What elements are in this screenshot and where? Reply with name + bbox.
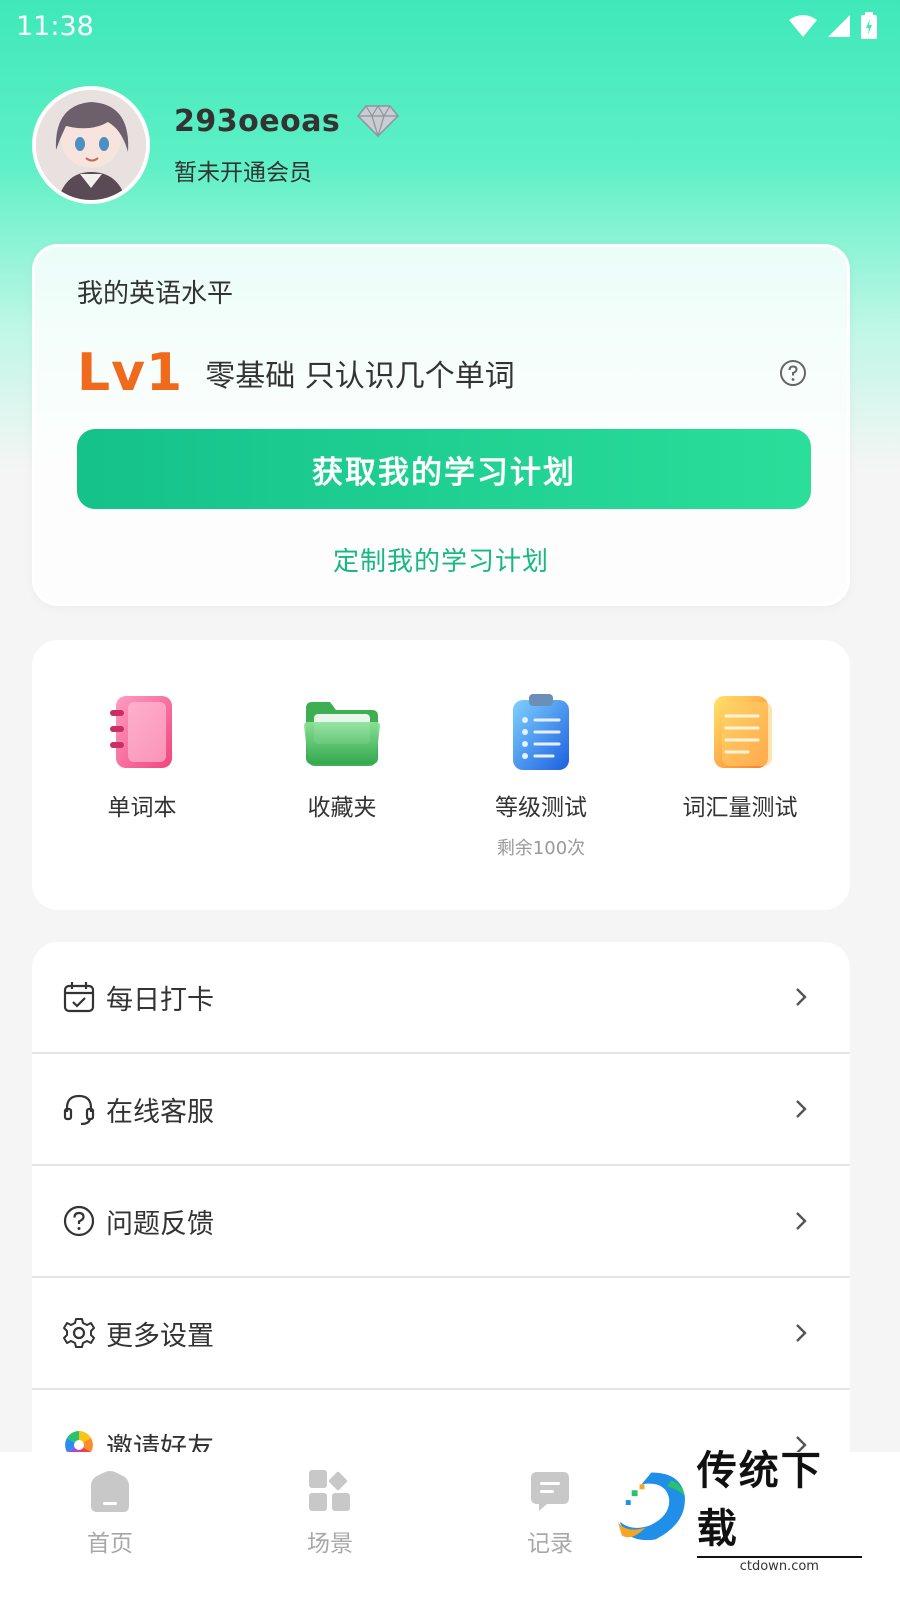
tools-card: 单词本 收藏夹 等级测试 剩余100次 词汇量测试	[32, 640, 850, 910]
tool-level-test[interactable]: 等级测试 剩余100次	[441, 692, 641, 860]
status-bar: 11:38	[0, 0, 900, 52]
folder-icon	[304, 702, 380, 766]
menu-label: 每日打卡	[106, 984, 214, 1016]
watermark-title: 传统下载	[696, 1448, 823, 1552]
level-card-title: 我的英语水平	[77, 279, 234, 309]
english-level-card: 我的英语水平 Lv1 零基础 只认识几个单词 获取我的学习计划 定制我的学习计划	[32, 244, 850, 606]
username: 293oeoas	[174, 103, 341, 139]
tool-label: 单词本	[107, 795, 177, 821]
home-icon	[91, 1471, 129, 1512]
chevron-right-icon	[796, 988, 807, 1006]
clipboard-icon	[513, 694, 569, 770]
tab-home[interactable]: 首页	[50, 1468, 170, 1558]
watermark-logo: 传统下载 ctdown.com	[612, 1448, 862, 1574]
question-circle-icon	[63, 1205, 95, 1237]
watermark-subtitle: ctdown.com	[696, 1556, 862, 1574]
calendar-check-icon	[63, 982, 95, 1013]
tab-label: 记录	[527, 1531, 573, 1557]
tool-label: 收藏夹	[307, 795, 377, 821]
chat-icon	[531, 1472, 569, 1511]
menu-item-online-support[interactable]: 在线客服	[32, 1054, 850, 1166]
tool-favorites[interactable]: 收藏夹	[242, 692, 442, 822]
menu-label: 问题反馈	[106, 1208, 214, 1240]
status-time: 11:38	[16, 10, 94, 42]
tab-scenes[interactable]: 场景	[270, 1468, 390, 1558]
tab-label: 首页	[87, 1531, 133, 1557]
level-badge: Lv1	[77, 343, 184, 403]
tab-records[interactable]: 记录	[490, 1468, 610, 1558]
battery-icon	[861, 12, 877, 39]
help-icon[interactable]	[779, 359, 807, 387]
tool-label: 等级测试	[495, 795, 587, 821]
menu-item-daily-checkin[interactable]: 每日打卡	[32, 942, 850, 1054]
remaining-count: 剩余100次	[496, 838, 586, 859]
customize-plan-link[interactable]: 定制我的学习计划	[35, 541, 847, 578]
profile-header: 293oeoas 暂未开通会员	[32, 86, 400, 204]
menu-label: 在线客服	[106, 1096, 214, 1128]
get-study-plan-button[interactable]: 获取我的学习计划	[77, 429, 811, 509]
menu-item-feedback[interactable]: 问题反馈	[32, 1166, 850, 1278]
level-description: 零基础 只认识几个单词	[205, 359, 515, 394]
chevron-right-icon	[796, 1324, 807, 1342]
menu-label: 更多设置	[106, 1320, 214, 1352]
notebook-icon	[110, 696, 172, 768]
gear-icon	[63, 1318, 95, 1348]
chevron-right-icon	[796, 1100, 807, 1118]
chevron-right-icon	[796, 1212, 807, 1230]
wifi-icon	[789, 15, 817, 37]
tool-vocabulary-test[interactable]: 词汇量测试	[640, 692, 840, 822]
headset-icon	[63, 1094, 95, 1126]
membership-status: 暂未开通会员	[174, 159, 312, 186]
avatar[interactable]	[32, 86, 150, 204]
grid-icon	[309, 1470, 350, 1511]
tab-label: 场景	[307, 1531, 353, 1557]
tool-vocabulary-book[interactable]: 单词本	[42, 692, 242, 822]
menu-item-settings[interactable]: 更多设置	[32, 1278, 850, 1390]
signal-icon	[828, 15, 850, 37]
tool-label: 词汇量测试	[682, 795, 798, 821]
avatar-image	[36, 90, 146, 200]
document-icon	[714, 696, 772, 768]
menu-list: 每日打卡 在线客服 问题反馈 更多设置 邀请好友	[32, 942, 850, 1462]
status-icons	[788, 12, 878, 40]
watermark-logo-icon	[617, 1472, 685, 1541]
diamond-icon	[357, 104, 400, 138]
